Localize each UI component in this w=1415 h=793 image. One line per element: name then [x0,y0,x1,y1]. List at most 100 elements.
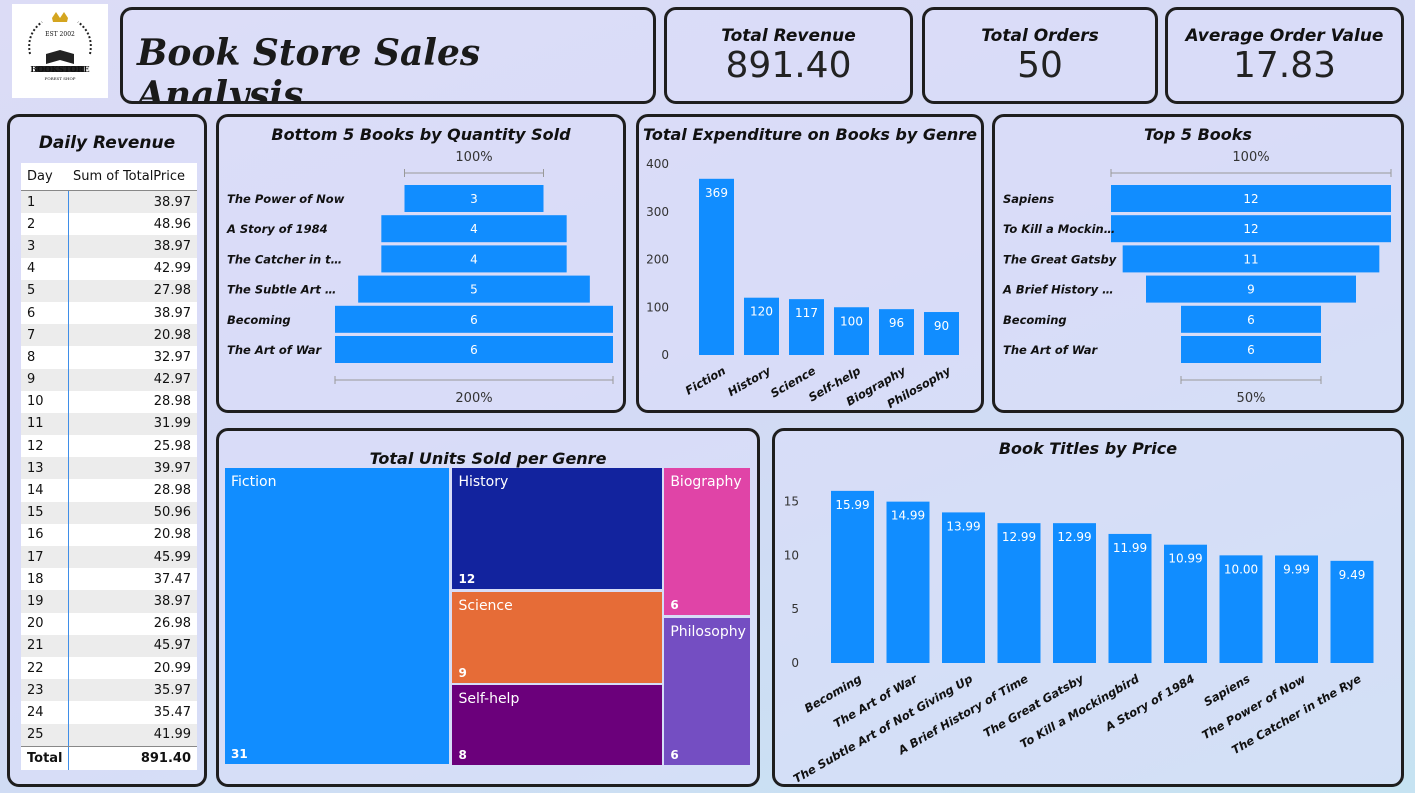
treemap-value: 8 [458,747,467,762]
table-row[interactable]: 10 28.98 [21,390,197,413]
table-row[interactable]: 17 45.99 [21,546,197,569]
bar-value-label: 90 [934,319,949,333]
treemap-cell[interactable]: Biography 6 [664,468,750,615]
kpi-value: 17.83 [1232,45,1337,86]
table-row[interactable]: 9 42.97 [21,368,197,391]
funnel-value-label: 5 [470,283,478,297]
cell-revenue: 35.47 [153,704,191,720]
table-row[interactable]: 12 25.98 [21,435,197,458]
cell-revenue: 26.98 [153,616,191,632]
logo-name: BOOKSTORE [30,64,90,74]
table-row[interactable]: 7 20.98 [21,324,197,347]
cell-day: 18 [21,568,69,591]
cell-day: 20 [21,612,69,635]
units-genre-panel: Total Units Sold per Genre Fiction 31 Hist… [216,428,760,787]
page-title: Book Store Sales Analysis [137,32,481,104]
treemap-cell[interactable]: Self-help 8 [452,684,663,765]
expenditure-chart: 0100200300400369Fiction120History117Scie… [646,157,959,410]
table-row[interactable]: 13 39.97 [21,457,197,480]
funnel-value-label: 6 [470,313,478,327]
treemap-cell[interactable]: Philosophy 6 [664,618,750,765]
funnel-value-label: 11 [1243,252,1258,266]
treemap-label: Self-help [458,690,520,707]
treemap-value: 6 [670,748,679,762]
bottom5-panel: Bottom 5 Books by Quantity Sold 100% 3 The… [216,114,626,413]
cell-day: 7 [21,324,69,347]
units-treemap: Fiction 31 History 12 Science 9 Self-help 8 Biog… [225,468,751,766]
daily-revenue-panel: Daily Revenue Day Sum of TotalPrice 1 38.… [7,114,207,787]
treemap-value: 31 [231,747,248,761]
y-tick-label: 300 [646,205,669,219]
cell-day: 9 [21,368,69,391]
bar-value-label: 120 [750,305,773,319]
table-header: Day Sum of TotalPrice [21,163,197,191]
top5-chart: 100% 12 Sapiens 12 To Kill a Mockin… 11 The Gr… [1002,150,1392,406]
funnel-value-label: 6 [1247,343,1255,357]
table-row[interactable]: 16 20.98 [21,523,197,546]
treemap-cell[interactable]: Fiction 31 [225,468,450,764]
bar [886,501,930,663]
y-tick-label: 0 [791,656,799,670]
treemap-label: Science [458,598,513,615]
funnel-category-label: A Brief History … [1002,283,1114,297]
bar-value-label: 9.49 [1339,568,1366,582]
funnel-top-label: 100% [1232,150,1269,165]
table-row[interactable]: 6 38.97 [21,301,197,325]
table-row[interactable]: 19 38.97 [21,590,197,613]
header-day[interactable]: Day [21,163,69,190]
bar-value-label: 11.99 [1113,541,1147,555]
table-row[interactable]: 18 37.47 [21,568,197,591]
table-row[interactable]: 3 38.97 [21,235,197,258]
cell-revenue: 25.98 [153,438,191,454]
table-row[interactable]: 20 26.98 [21,612,197,635]
funnel-value-label: 3 [470,192,478,206]
funnel-category-label: The Subtle Art … [227,283,336,297]
table-row[interactable]: 1 38.97 [21,191,197,214]
cell-day: 3 [21,235,69,258]
cell-revenue: 20.98 [153,527,191,543]
table-row[interactable]: 15 50.96 [21,501,197,524]
cell-day: 11 [21,412,69,436]
table-row[interactable]: 4 42.99 [21,257,197,280]
funnel-category-label: The Art of War [1003,343,1098,357]
cell-revenue: 38.97 [153,238,191,254]
kpi-label: Average Order Value [1185,26,1384,46]
y-tick-label: 5 [791,602,799,616]
kpi-average-order-value: Average Order Value 17.83 [1165,7,1404,104]
table-row[interactable]: 11 31.99 [21,412,197,436]
bar-value-label: 13.99 [946,519,980,533]
y-tick-label: 0 [661,348,669,362]
funnel-category-label: Sapiens [1003,192,1054,206]
bar-value-label: 15.99 [835,498,869,512]
table-row[interactable]: 22 20.99 [21,656,197,680]
bar-value-label: 12.99 [1057,530,1091,544]
table-total-row: Total 891.40 [21,745,197,770]
cell-day: 16 [21,523,69,546]
cell-revenue: 42.97 [153,372,191,388]
title-panel: Book Store Sales Analysis [120,7,656,104]
x-tick-label: History [725,363,773,399]
table-row[interactable]: 24 35.47 [21,701,197,724]
cell-day: 2 [21,213,69,236]
kpi-total-orders: Total Orders 50 [922,7,1158,104]
cell-day: 22 [21,656,69,680]
treemap-cell[interactable]: Science 9 [452,592,663,683]
treemap-cell[interactable]: History 12 [452,468,663,590]
table-row[interactable]: 23 35.97 [21,679,197,702]
funnel-value-label: 6 [470,343,478,357]
table-row[interactable]: 14 28.98 [21,479,197,502]
cell-revenue: 35.97 [153,682,191,698]
table-row[interactable]: 2 48.96 [21,213,197,236]
header-sum[interactable]: Sum of TotalPrice [69,169,197,184]
price-chart: 051015 15.99Becoming14.99The Art of War13… [784,490,1374,784]
cell-revenue: 38.97 [153,593,191,609]
funnel-category-label: The Great Gatsby [1003,252,1117,266]
funnel-top-label: 100% [455,150,492,165]
cell-revenue: 28.98 [153,483,191,499]
bar-value-label: 9.99 [1283,562,1310,576]
table-row[interactable]: 25 41.99 [21,723,197,746]
table-row[interactable]: 5 27.98 [21,279,197,302]
bar-value-label: 369 [705,186,728,200]
table-row[interactable]: 8 32.97 [21,346,197,369]
table-row[interactable]: 21 45.97 [21,634,197,657]
